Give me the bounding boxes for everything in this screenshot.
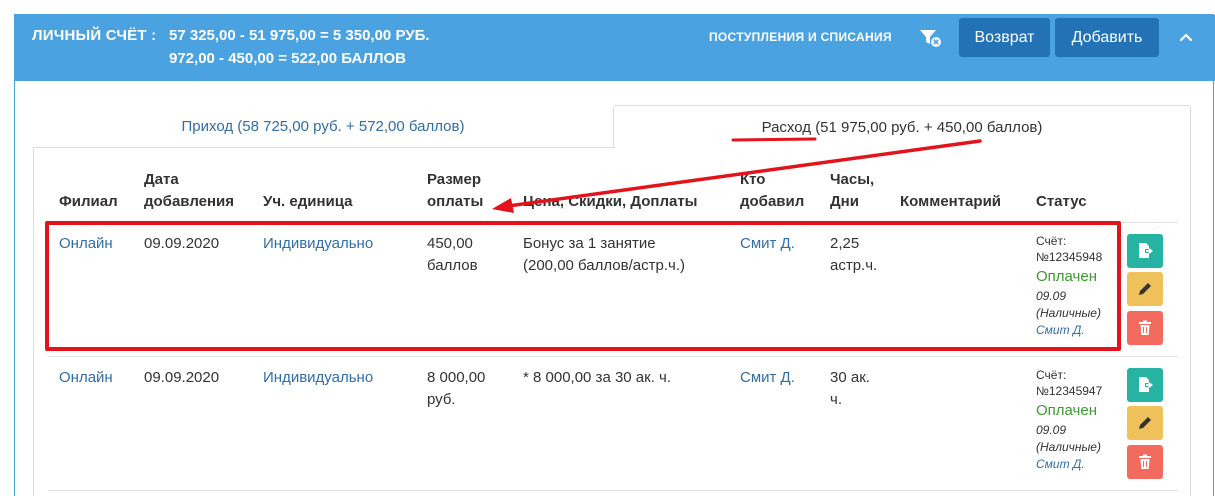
delete-button[interactable] — [1127, 311, 1163, 345]
row-amount-line2: руб. — [427, 391, 456, 408]
row-unit-link[interactable]: Индивидуально — [263, 367, 373, 389]
column-unit: Уч. единица — [263, 193, 353, 210]
tab-income[interactable]: Приход (58 725,00 руб. + 572,00 баллов) — [33, 105, 613, 148]
account-label: ЛИЧНЫЙ СЧЁТ : — [32, 27, 157, 44]
tab-content-border-right — [1190, 147, 1191, 496]
edit-button[interactable] — [1127, 406, 1163, 440]
column-date-line2: добавления — [144, 193, 235, 210]
row-branch-link[interactable]: Онлайн — [59, 367, 113, 389]
account-header: ЛИЧНЫЙ СЧЁТ : 57 325,00 - 51 975,00 = 5 … — [15, 15, 1215, 81]
column-who-line2: добавил — [740, 193, 805, 210]
status-paid: Оплачен — [1036, 402, 1097, 419]
export-button[interactable] — [1127, 234, 1163, 268]
column-date-line1: Дата — [144, 171, 179, 188]
row-price-line1: * 8 000,00 за 30 ак. ч. — [523, 369, 672, 386]
tab-content-border-left — [33, 147, 34, 496]
pencil-icon — [1139, 283, 1151, 295]
annotation-highlight-box — [45, 221, 1121, 351]
column-size-line2: оплаты — [427, 193, 484, 210]
transactions-link[interactable]: ПОСТУПЛЕНИЯ И СПИСАНИЯ — [709, 30, 892, 44]
invoice-number: №12345947 — [1036, 384, 1103, 398]
invoice-label: Счёт: — [1036, 368, 1067, 382]
row-divider — [48, 490, 1178, 491]
row-hours-line1: 30 ак. — [830, 369, 870, 386]
column-who-line1: Кто — [740, 171, 766, 188]
filter-icon[interactable] — [918, 27, 942, 49]
column-branch: Филиал — [59, 193, 118, 210]
export-button[interactable] — [1127, 368, 1163, 402]
return-button[interactable]: Возврат — [959, 18, 1050, 57]
column-hours-line1: Часы, — [830, 171, 875, 188]
paid-by-link[interactable]: Смит Д. — [1036, 456, 1085, 473]
row-hours-line2: ч. — [830, 391, 842, 408]
pencil-icon — [1139, 417, 1151, 429]
tab-bar: Приход (58 725,00 руб. + 572,00 баллов) … — [33, 105, 1191, 148]
column-status: Статус — [1036, 193, 1087, 210]
balance-rub: 57 325,00 - 51 975,00 = 5 350,00 РУБ. — [169, 27, 430, 44]
payment-method: (Наличные) — [1036, 440, 1101, 454]
chevron-up-icon[interactable] — [1178, 29, 1194, 45]
paid-date: 09.09 — [1036, 423, 1067, 437]
edit-button[interactable] — [1127, 272, 1163, 306]
tab-divider — [33, 147, 613, 148]
delete-button[interactable] — [1127, 445, 1163, 479]
column-price: Цена, Скидки, Доплаты — [523, 193, 698, 210]
trash-icon — [1139, 454, 1151, 469]
row-who-link[interactable]: Смит Д. — [740, 367, 795, 389]
balance-points: 972,00 - 450,00 = 522,00 БАЛЛОВ — [169, 50, 407, 67]
column-comment: Комментарий — [900, 193, 1002, 210]
row-amount-line1: 8 000,00 — [427, 369, 486, 386]
column-hours-line2: Дни — [830, 193, 859, 210]
export-icon — [1139, 377, 1153, 392]
row-divider — [48, 356, 1178, 357]
export-icon — [1139, 243, 1153, 258]
trash-icon — [1139, 320, 1151, 335]
add-button[interactable]: Добавить — [1055, 18, 1159, 57]
row-date: 09.09.2020 — [144, 369, 220, 386]
tab-expense[interactable]: Расход (51 975,00 руб. + 450,00 баллов) — [613, 105, 1191, 148]
column-size-line1: Размер — [427, 171, 482, 188]
